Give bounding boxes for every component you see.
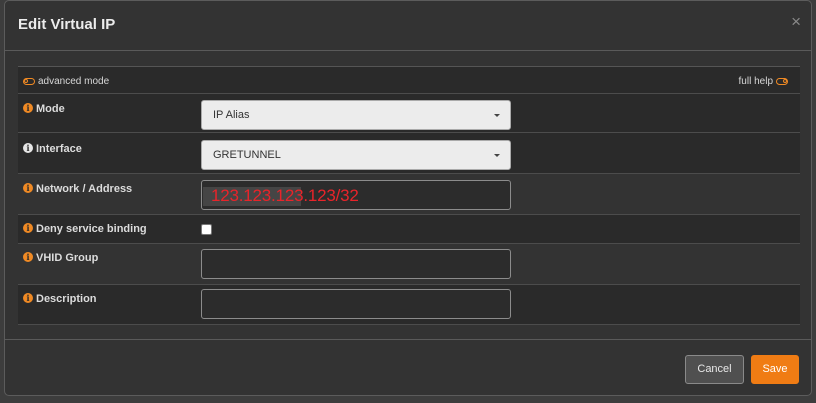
vhid-row: i VHID Group xyxy=(18,244,800,285)
info-icon[interactable]: i xyxy=(23,103,33,113)
description-input[interactable] xyxy=(201,289,511,319)
network-address-input[interactable]: 123.123.123.123/32 xyxy=(201,180,511,210)
description-label: i Description xyxy=(23,293,97,305)
close-icon[interactable]: × xyxy=(791,13,801,30)
network-label-text: Network / Address xyxy=(36,183,133,195)
info-icon[interactable]: i xyxy=(23,183,33,193)
save-button[interactable]: Save xyxy=(751,355,799,384)
deny-binding-label: i Deny service binding xyxy=(23,223,147,235)
info-icon[interactable]: i xyxy=(23,143,33,153)
description-row: i Description xyxy=(18,285,800,325)
mode-select-value: IP Alias xyxy=(213,109,250,121)
cancel-button[interactable]: Cancel xyxy=(685,355,744,384)
full-help-label: full help xyxy=(738,76,773,87)
edit-virtual-ip-dialog: Edit Virtual IP × advanced mode full hel… xyxy=(4,0,812,396)
network-row: i Network / Address 123.123.123.123/32 xyxy=(18,174,800,215)
toggle-on-icon xyxy=(776,77,788,85)
full-help-toggle[interactable]: full help xyxy=(739,76,788,87)
advanced-mode-label: advanced mode xyxy=(38,76,110,87)
interface-row: i Interface GRETUNNEL xyxy=(18,133,800,174)
network-label: i Network / Address xyxy=(23,183,132,195)
info-icon[interactable]: i xyxy=(23,293,33,303)
vhid-group-input[interactable] xyxy=(201,249,511,279)
deny-binding-checkbox[interactable] xyxy=(201,224,212,235)
info-icon[interactable]: i xyxy=(23,223,33,233)
interface-label-text: Interface xyxy=(36,143,82,155)
mode-row: i Mode IP Alias xyxy=(18,94,800,133)
interface-label: i Interface xyxy=(23,143,82,155)
dialog-header: Edit Virtual IP × xyxy=(5,1,811,51)
form-toolbar: advanced mode full help xyxy=(18,67,800,94)
interface-select[interactable]: GRETUNNEL xyxy=(201,140,511,170)
interface-select-value: GRETUNNEL xyxy=(213,149,281,161)
advanced-mode-toggle[interactable]: advanced mode xyxy=(23,76,109,87)
dialog-title: Edit Virtual IP xyxy=(18,16,116,33)
toggle-off-icon xyxy=(23,77,35,85)
info-icon[interactable]: i xyxy=(23,252,33,262)
deny-binding-label-text: Deny service binding xyxy=(36,223,147,235)
form-table: advanced mode full help i Mode IP Alias i… xyxy=(18,66,800,325)
chevron-down-icon xyxy=(494,154,500,157)
chevron-down-icon xyxy=(494,114,500,117)
mode-select[interactable]: IP Alias xyxy=(201,100,511,130)
vhid-label: i VHID Group xyxy=(23,252,98,264)
description-label-text: Description xyxy=(36,293,97,305)
footer-divider xyxy=(5,339,811,340)
mode-label: i Mode xyxy=(23,103,65,115)
mode-label-text: Mode xyxy=(36,103,65,115)
deny-binding-row: i Deny service binding xyxy=(18,215,800,244)
vhid-label-text: VHID Group xyxy=(36,252,99,264)
network-address-value: 123.123.123.123/32 xyxy=(211,186,359,205)
